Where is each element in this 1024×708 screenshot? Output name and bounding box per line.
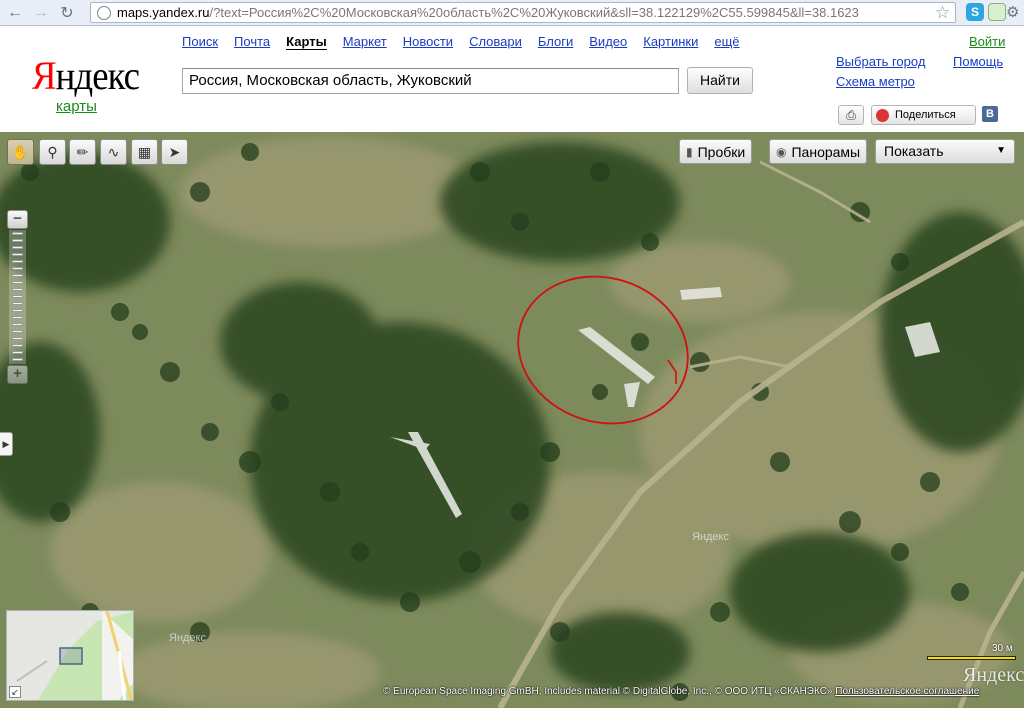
copyright-text: © European Space Imaging GmBH, Includes … xyxy=(383,686,979,697)
search-button[interactable]: Найти xyxy=(687,67,753,94)
service-link-mail[interactable]: Почта xyxy=(234,34,270,50)
zoom-step[interactable] xyxy=(12,351,23,354)
side-panel-toggle-icon[interactable]: ▶ xyxy=(0,432,13,456)
service-link-video[interactable]: Видео xyxy=(589,34,627,50)
zoom-step[interactable] xyxy=(12,232,23,235)
layers-icon[interactable]: ▦ xyxy=(131,139,158,165)
browser-toolbar: ← → ↻ maps.yandex.ru/?text=Россия%2C%20М… xyxy=(0,0,1024,26)
panoramas-label: Панорамы xyxy=(791,143,861,160)
hand-icon[interactable]: ✋ xyxy=(7,139,34,165)
zoom-step[interactable] xyxy=(12,309,23,312)
services-nav: Поиск Почта Карты Маркет Новости Словари… xyxy=(182,34,756,50)
reload-icon[interactable]: ↻ xyxy=(56,2,78,24)
map-watermark: Яндекс xyxy=(169,632,206,644)
printer-icon: ⎙ xyxy=(846,108,856,122)
skype-extension-icon[interactable]: S xyxy=(966,3,984,21)
zoom-step[interactable] xyxy=(12,239,23,242)
map-yandex-logo[interactable]: Яндекс xyxy=(963,664,1024,687)
choose-city-link[interactable]: Выбрать город xyxy=(836,54,925,69)
map-view[interactable]: ✋ ⚲ ✏ ∿ ▦ ➤ ▮ Пробки ◉ Панорамы Показать… xyxy=(0,132,1024,708)
zoom-out-button[interactable]: − xyxy=(7,210,28,229)
zoom-step[interactable] xyxy=(12,323,23,326)
scale-label: 30 м xyxy=(992,643,1013,654)
service-link-market[interactable]: Маркет xyxy=(343,34,387,50)
service-link-dictionaries[interactable]: Словари xyxy=(469,34,522,50)
yandex-logo[interactable]: Яндекс xyxy=(32,52,140,99)
zoom-step[interactable] xyxy=(12,316,23,319)
vk-share-icon[interactable]: В xyxy=(982,106,998,122)
zoom-step[interactable] xyxy=(12,260,23,263)
share-button[interactable]: Поделиться xyxy=(871,105,976,125)
zoom-step[interactable] xyxy=(12,281,23,284)
magnifier-icon[interactable]: ⚲ xyxy=(39,139,66,165)
url-host: maps.yandex.ru xyxy=(117,5,210,20)
share-label: Поделиться xyxy=(895,109,956,121)
overview-minimap[interactable]: ↙ xyxy=(6,610,134,701)
user-agreement-link[interactable]: Пользовательское соглашение xyxy=(835,686,979,697)
address-bar[interactable]: maps.yandex.ru/?text=Россия%2C%20Московс… xyxy=(90,2,956,23)
satellite-imagery xyxy=(0,132,1024,708)
url-path: /?text=Россия%2C%20Московская%20область%… xyxy=(209,5,859,20)
zoom-step[interactable] xyxy=(12,344,23,347)
traffic-button[interactable]: ▮ Пробки xyxy=(679,139,753,164)
show-label: Показать xyxy=(884,143,944,159)
service-link-maps[interactable]: Карты xyxy=(286,34,327,50)
bookmark-star-icon[interactable]: ☆ xyxy=(935,3,950,23)
traffic-light-icon: ▮ xyxy=(686,144,693,159)
minimap-collapse-icon[interactable]: ↙ xyxy=(9,686,21,698)
share-icon xyxy=(876,108,889,122)
map-watermark: Яндекс xyxy=(692,531,729,543)
site-header: Яндекс карты Поиск Почта Карты Маркет Но… xyxy=(0,26,1024,132)
login-link[interactable]: Войти xyxy=(969,34,1005,49)
scale-bar xyxy=(927,656,1016,660)
zoom-step[interactable] xyxy=(12,358,23,361)
zoom-in-button[interactable]: + xyxy=(7,365,28,384)
wrench-icon[interactable]: ⚙ xyxy=(1006,3,1024,21)
zoom-step[interactable] xyxy=(12,330,23,333)
zoom-step[interactable] xyxy=(12,295,23,298)
print-button[interactable]: ⎙ xyxy=(838,105,864,125)
globe-icon xyxy=(97,5,111,20)
route-icon[interactable]: ∿ xyxy=(100,139,127,165)
service-link-blogs[interactable]: Блоги xyxy=(538,34,573,50)
traffic-label: Пробки xyxy=(697,143,746,160)
show-layer-select[interactable]: Показать ▼ xyxy=(875,139,1015,164)
zoom-step[interactable] xyxy=(12,302,23,305)
help-link[interactable]: Помощь xyxy=(953,54,1003,69)
zoom-slider[interactable] xyxy=(9,230,26,364)
zoom-step[interactable] xyxy=(12,337,23,340)
zoom-step[interactable] xyxy=(12,246,23,249)
service-link-news[interactable]: Новости xyxy=(403,34,453,50)
service-link-images[interactable]: Картинки xyxy=(643,34,698,50)
back-arrow-icon[interactable]: ← xyxy=(4,2,26,24)
zoom-step[interactable] xyxy=(12,267,23,270)
metro-map-link[interactable]: Схема метро xyxy=(836,74,915,89)
panorama-icon: ◉ xyxy=(776,144,787,159)
cursor-icon[interactable]: ➤ xyxy=(161,139,188,165)
zoom-step[interactable] xyxy=(12,288,23,291)
copyright-notice: © European Space Imaging GmBH, Includes … xyxy=(383,686,833,697)
extension-icon[interactable] xyxy=(988,3,1006,21)
forward-arrow-icon[interactable]: → xyxy=(30,2,52,24)
zoom-step[interactable] xyxy=(12,253,23,256)
minimap-graphic xyxy=(7,611,133,700)
service-link-search[interactable]: Поиск xyxy=(182,34,218,50)
panoramas-button[interactable]: ◉ Панорамы xyxy=(769,139,868,164)
maps-service-link[interactable]: карты xyxy=(56,98,97,115)
ruler-icon[interactable]: ✏ xyxy=(69,139,96,165)
zoom-step[interactable] xyxy=(12,274,23,277)
service-link-more[interactable]: ещё xyxy=(714,34,739,50)
search-input[interactable]: Россия, Московская область, Жуковский xyxy=(182,68,679,94)
dropdown-arrow-icon: ▼ xyxy=(996,145,1006,156)
